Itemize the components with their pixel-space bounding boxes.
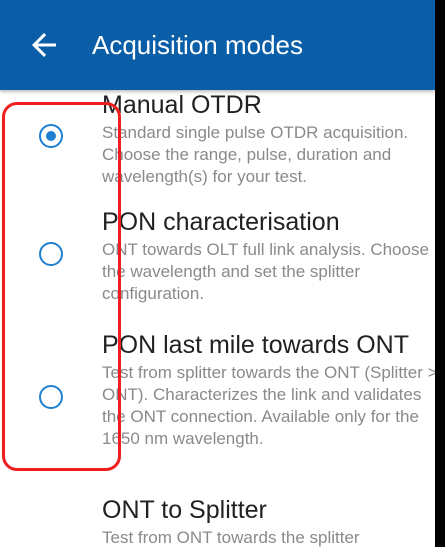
option-pon-characterisation[interactable]: PON characterisation ONT towards OLT ful… [0,207,435,327]
option-title: ONT to Splitter [102,496,267,524]
radio-selected[interactable] [39,124,63,148]
radio-unselected[interactable] [39,242,63,266]
top-app-bar: Acquisition modes [0,0,435,90]
radio-unselected[interactable] [39,385,63,409]
option-pon-last-mile[interactable]: PON last mile towards ONT Test from spli… [0,330,435,490]
option-title: PON characterisation [102,208,340,236]
option-title: PON last mile towards ONT [102,331,410,359]
option-title: Manual OTDR [102,91,262,119]
app-screen: Acquisition modes Manual OTDR Standard s… [0,0,445,547]
option-ont-to-splitter[interactable]: ONT to Splitter Test from ONT towards th… [0,495,435,547]
option-description: Standard single pulse OTDR acquisition. … [102,123,409,186]
arrow-left-icon [32,33,56,57]
option-description: Test from splitter towards the ONT (Spli… [102,363,435,448]
screen-edge [435,0,445,547]
option-description: Test from ONT towards the splitter [102,528,360,547]
page-title: Acquisition modes [92,30,303,60]
back-button[interactable] [26,27,62,63]
option-description: ONT towards OLT full link analysis. Choo… [102,240,429,303]
acquisition-mode-list: Manual OTDR Standard single pulse OTDR a… [0,90,435,547]
phone-screen: Acquisition modes Manual OTDR Standard s… [0,0,435,547]
option-manual-otdr[interactable]: Manual OTDR Standard single pulse OTDR a… [0,90,435,210]
